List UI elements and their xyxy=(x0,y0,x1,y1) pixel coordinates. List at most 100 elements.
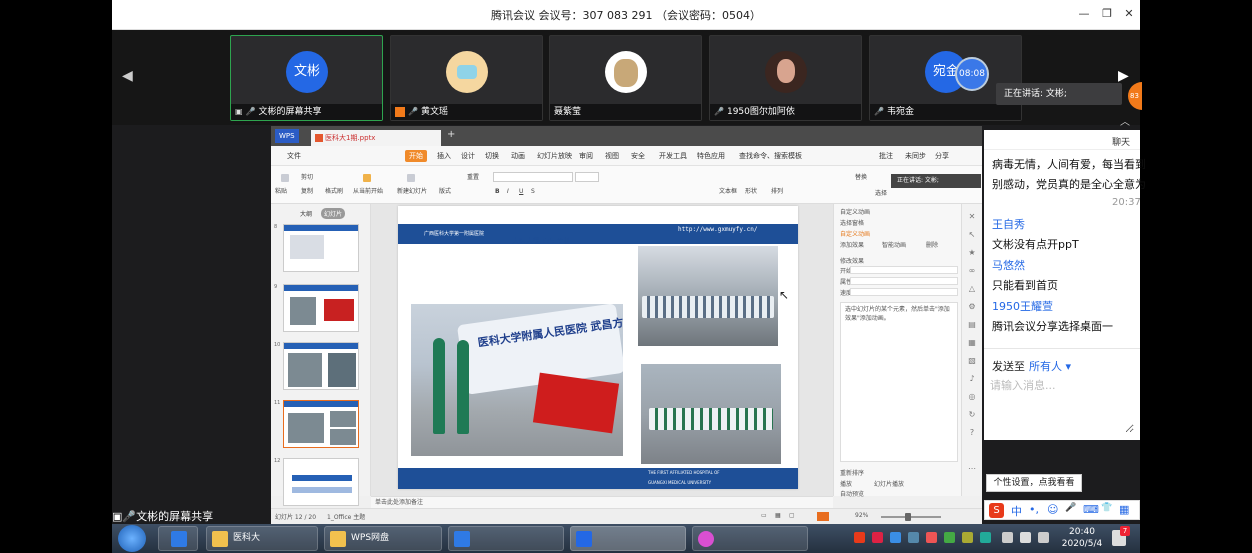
ime-chinese-mode[interactable]: 中 xyxy=(1011,503,1022,519)
thumb-bar xyxy=(284,343,358,349)
chevron-up-icon[interactable]: ︿ xyxy=(1120,113,1130,128)
screen-share-icon: ▣🎤 xyxy=(112,510,137,523)
slide-motto: 大医大德 百年至善 xyxy=(512,237,571,245)
menu-slideshow: 幻灯片放映 xyxy=(537,152,572,160)
paste-label: 粘贴 xyxy=(275,188,288,195)
from-current-label: 从当前开始 xyxy=(353,188,384,195)
current-slide: 广西医科大学第一附属医院 http://www.gxmuyfy.cn/ 大医大德… xyxy=(398,206,798,489)
maximize-button[interactable]: ❐ xyxy=(1099,6,1115,22)
next-page-icon[interactable]: ▶ xyxy=(1118,68,1129,84)
sogou-logo-icon[interactable]: S xyxy=(989,503,1004,518)
layout-label: 版式 xyxy=(439,188,452,195)
tray-clock[interactable]: 20:40 2020/5/4 xyxy=(1052,526,1112,550)
taskbar-folder[interactable]: WPS网盘 xyxy=(324,526,442,551)
emoji-icon[interactable]: ☺ xyxy=(1047,503,1058,516)
tray-icon[interactable] xyxy=(890,532,901,543)
font-name-select[interactable] xyxy=(493,172,573,182)
volume-icon[interactable] xyxy=(1020,532,1031,543)
taskbar-app[interactable] xyxy=(692,526,808,551)
screen-share-icon: ▣ xyxy=(235,107,243,116)
dog-avatar-icon xyxy=(614,59,638,87)
taskbar-app[interactable] xyxy=(158,526,198,551)
input-method-icon[interactable] xyxy=(1038,532,1049,543)
taskbar-app[interactable] xyxy=(448,526,564,551)
video-tile[interactable]: 宛金 🎤 韦宛金 xyxy=(869,35,1022,121)
thumb-image xyxy=(330,429,356,445)
panel-tabs: 大纲 幻灯片 xyxy=(297,208,349,219)
bold-icon[interactable]: B xyxy=(495,188,500,195)
nurse-figure xyxy=(457,340,469,434)
security-tray-icon[interactable] xyxy=(944,532,955,543)
tray-icon[interactable] xyxy=(872,532,883,543)
chat-timestamp: 20:37 xyxy=(1112,197,1141,208)
shape-label: 形状 xyxy=(745,188,758,195)
send-to[interactable]: 发送至 所有人 ▾ xyxy=(992,358,1071,374)
video-tile[interactable]: 🎤 1950图尔加阿依 xyxy=(709,35,862,121)
tray-icon[interactable] xyxy=(962,532,973,543)
chat-sender: 1950王耀萱 xyxy=(992,300,1053,313)
thumb-image xyxy=(288,353,322,387)
chat-title: 聊天 xyxy=(1111,138,1130,148)
property-field xyxy=(850,277,958,285)
tray-icon[interactable] xyxy=(926,532,937,543)
share-label: 文彬的屏幕共享 xyxy=(136,510,214,523)
tile-label: 聂紫莹 xyxy=(550,104,701,120)
slide-thumbnail-panel: 大纲 幻灯片 8 9 10 11 12 xyxy=(271,204,371,506)
menu-developer: 开发工具 xyxy=(659,152,687,160)
start-button[interactable] xyxy=(118,525,146,552)
team-figures xyxy=(642,296,774,318)
taskbar-folder[interactable]: 医科大 xyxy=(206,526,318,551)
delete-button: 删除 xyxy=(926,242,939,249)
network-icon[interactable] xyxy=(1002,532,1013,543)
skin-icon[interactable]: 👕 xyxy=(1101,503,1112,513)
mask-avatar-icon xyxy=(457,65,477,79)
hospital-logo: 广西医科大学第一附属医院 xyxy=(424,231,485,237)
notes-area: 单击此处添加备注 xyxy=(371,496,833,508)
close-button[interactable]: ✕ xyxy=(1121,6,1137,22)
thumb-number: 12 xyxy=(274,458,281,464)
menu-insert: 插入 xyxy=(437,152,451,160)
play-button: 播放 xyxy=(840,481,853,488)
tray-icon[interactable] xyxy=(980,532,991,543)
keyboard-icon[interactable]: ⌨ xyxy=(1083,503,1099,516)
shadow-icon[interactable]: S xyxy=(531,188,535,195)
animation-icon: ★ xyxy=(968,248,976,257)
start-field xyxy=(850,266,958,274)
command-search: 查找命令、搜索模板 xyxy=(739,152,802,160)
tray-icon[interactable] xyxy=(908,532,919,543)
toolbox-icon[interactable]: ▦ xyxy=(1119,503,1129,516)
sogou-tray-icon[interactable] xyxy=(854,532,865,543)
underline-icon[interactable]: U xyxy=(519,188,523,195)
folder-icon xyxy=(212,531,228,547)
chat-input[interactable] xyxy=(990,377,1134,433)
menu-design: 设计 xyxy=(461,152,475,160)
font-size-select[interactable] xyxy=(575,172,599,182)
play-from-current-icon xyxy=(363,174,371,182)
thumb-image xyxy=(324,299,354,321)
avatar xyxy=(605,51,647,93)
taskbar-app[interactable] xyxy=(570,526,686,551)
slideshow-button: 幻灯片播放 xyxy=(874,481,905,488)
minimize-button[interactable]: — xyxy=(1076,6,1092,22)
title-bar: 腾讯会议 会议号：307 083 291 （会议密码：0504） — ❐ ✕ xyxy=(112,0,1140,30)
wps-status-bar: 幻灯片 12 / 20 1_Office 主题 ▭ ▦ ▢ 92% xyxy=(271,508,982,524)
menu-security: 安全 xyxy=(631,152,645,160)
menu-unsynced: 未同步 xyxy=(905,152,926,160)
mic-icon: 🎤 xyxy=(245,107,256,116)
thumb-bar xyxy=(284,225,358,231)
voice-icon[interactable]: 🎤 xyxy=(1065,503,1076,513)
view-sorter-icon: ▦ xyxy=(775,512,781,519)
face-avatar-icon xyxy=(777,59,795,83)
recipient-select[interactable]: 所有人 ▾ xyxy=(1029,360,1071,373)
prev-page-icon[interactable]: ◀ xyxy=(122,68,133,84)
slide-canvas: 广西医科大学第一附属医院 http://www.gxmuyfy.cn/ 大医大德… xyxy=(371,204,833,496)
video-tile[interactable]: 文彬 ▣ 🎤 文彬的屏幕共享 xyxy=(230,35,383,121)
shape-icon: △ xyxy=(968,284,976,293)
video-tile[interactable]: 🎤 黄文瑶 xyxy=(390,35,543,121)
italic-icon[interactable]: I xyxy=(507,188,509,195)
slide-footer-band xyxy=(398,468,798,489)
video-tile[interactable]: 聂紫莹 xyxy=(549,35,702,121)
chat-message: 别感动，党员真的是全心全意为 xyxy=(992,178,1146,191)
thumb-number: 10 xyxy=(274,342,281,348)
punctuation-icon[interactable]: •, xyxy=(1029,503,1039,516)
